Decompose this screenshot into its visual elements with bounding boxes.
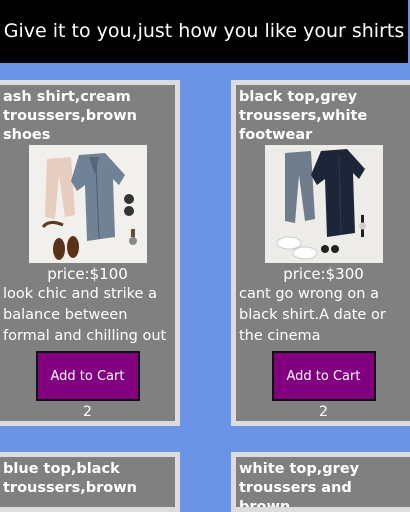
cart-quantity: 2 — [319, 404, 328, 420]
product-card-blue-top: blue top,black troussers,brown — [0, 452, 180, 512]
product-card-white-top: white top,grey troussers and brown — [231, 452, 410, 512]
product-price: price:$300 — [283, 265, 364, 283]
outfit-ash-shirt-photo — [28, 145, 147, 263]
page-title: Give it to you,just how you like your sh… — [3, 20, 405, 42]
product-title: black top,grey troussers,white footwear — [239, 89, 368, 143]
product-description: cant go wrong on a black shirt.A date or… — [239, 286, 386, 344]
page-header: Give it to you,just how you like your sh… — [0, 0, 408, 63]
cart-quantity: 2 — [83, 404, 92, 420]
outfit-black-top-photo — [264, 145, 383, 263]
product-title: blue top,black troussers,brown — [3, 461, 137, 496]
product-title: ash shirt,cream troussers,brown shoes — [3, 89, 137, 143]
product-card-ash-shirt: ash shirt,cream troussers,brown shoes pr… — [0, 80, 180, 426]
product-price: price:$100 — [47, 265, 128, 283]
product-card-black-top: black top,grey troussers,white footwear — [231, 80, 410, 426]
add-to-cart-button[interactable]: Add to Cart — [35, 351, 140, 401]
product-description: look chic and strike a balance between f… — [3, 286, 167, 344]
product-title: white top,grey troussers and brown — [239, 461, 360, 512]
add-to-cart-button[interactable]: Add to Cart — [271, 351, 376, 401]
